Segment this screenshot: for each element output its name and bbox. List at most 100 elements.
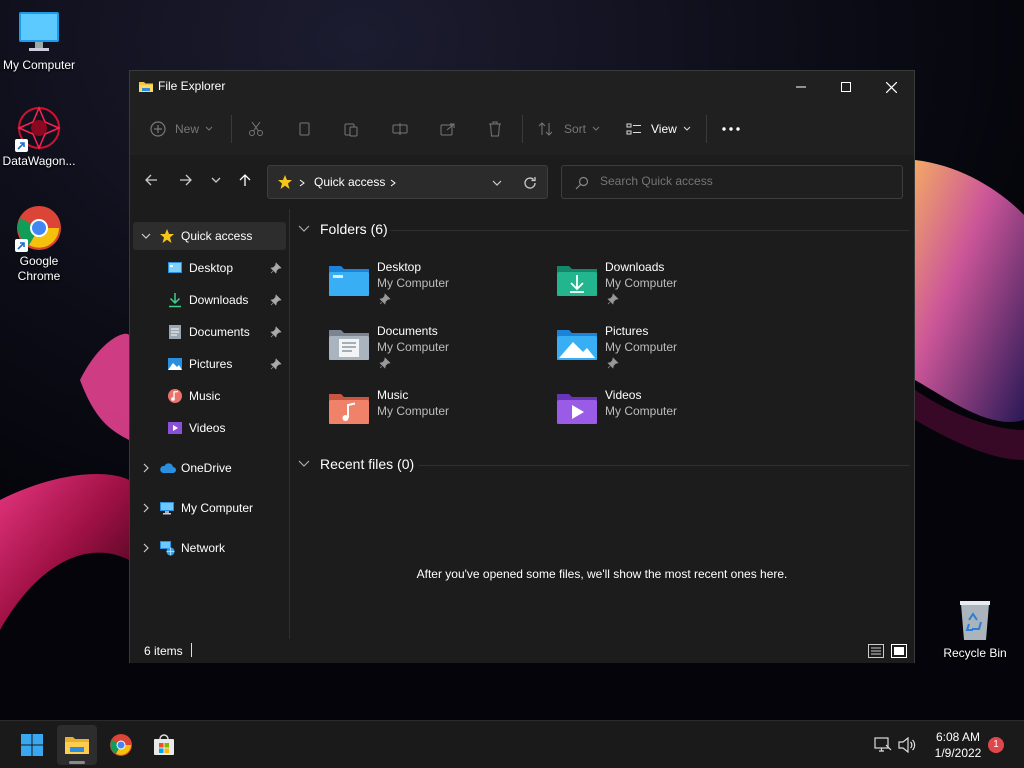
folder-tile-videos[interactable]: Videos My Computer	[555, 388, 755, 444]
arrow-up-icon	[239, 174, 251, 186]
chevron-right-icon[interactable]	[141, 463, 151, 473]
recent-locations-button[interactable]	[205, 169, 227, 191]
pin-icon	[270, 294, 282, 306]
taskbar-microsoft-store[interactable]	[144, 725, 184, 765]
refresh-icon[interactable]	[523, 176, 537, 190]
divider	[418, 465, 910, 466]
see-more-button[interactable]	[722, 117, 740, 141]
chevron-down-icon	[298, 225, 310, 232]
nav-item-quick-access[interactable]: Quick access	[133, 222, 286, 250]
divider	[390, 230, 910, 231]
nav-item-documents[interactable]: Documents	[133, 318, 286, 346]
network-icon	[160, 541, 175, 556]
chrome-icon	[110, 734, 132, 756]
share-icon	[440, 123, 455, 136]
plus-circle-icon	[150, 121, 166, 137]
folder-tile-pictures[interactable]: Pictures My Computer	[555, 324, 755, 380]
copy-icon	[299, 122, 310, 136]
navigation-pane: Quick access Desktop Downloads Documents…	[130, 219, 290, 639]
nav-item-downloads[interactable]: Downloads	[133, 286, 286, 314]
star-icon	[160, 229, 174, 243]
network-status-icon[interactable]	[874, 737, 892, 753]
forward-button[interactable]	[175, 169, 197, 191]
nav-item-onedrive[interactable]: OneDrive	[133, 454, 286, 482]
cut-button[interactable]	[248, 117, 264, 141]
up-button[interactable]	[234, 169, 256, 191]
new-label: New	[175, 122, 200, 136]
system-clock[interactable]: 6:08 AM 1/9/2022	[926, 729, 990, 761]
minimize-button[interactable]	[778, 71, 824, 103]
desktop-icon-my-computer[interactable]: My Computer	[0, 8, 78, 73]
folders-group-title: Folders (6)	[320, 221, 388, 237]
back-button[interactable]	[140, 169, 162, 191]
folder-icon	[138, 79, 154, 98]
address-bar[interactable]: Quick access	[267, 165, 548, 199]
view-list-icon	[626, 123, 641, 135]
folders-group-header[interactable]: Folders (6)	[298, 221, 388, 237]
nav-item-pictures[interactable]: Pictures	[133, 350, 286, 378]
chevron-right-icon[interactable]	[390, 179, 396, 187]
maximize-button[interactable]	[823, 71, 869, 103]
address-bar-row: Quick access	[130, 155, 914, 205]
chevron-down-icon[interactable]	[141, 231, 151, 241]
start-button[interactable]	[12, 725, 52, 765]
nav-item-music[interactable]: Music	[133, 382, 286, 410]
breadcrumb-quick-access[interactable]: Quick access	[314, 175, 385, 189]
nav-item-my-computer[interactable]: My Computer	[133, 494, 286, 522]
nav-item-videos[interactable]: Videos	[133, 414, 286, 442]
pin-icon	[607, 357, 619, 369]
close-button[interactable]	[868, 71, 914, 103]
documents-folder-icon	[329, 330, 369, 360]
desktop-icon-datawagon[interactable]: DataWagon...	[0, 104, 78, 169]
new-button[interactable]: New	[150, 117, 213, 141]
delete-button[interactable]	[487, 117, 503, 141]
search-input[interactable]	[600, 174, 890, 188]
chevron-right-icon[interactable]	[141, 503, 151, 513]
volume-icon[interactable]	[898, 737, 916, 753]
scissors-icon	[249, 121, 263, 136]
active-indicator	[69, 761, 85, 764]
file-explorer-window: File Explorer New Sort View Quick access…	[129, 70, 915, 663]
pin-icon	[607, 293, 619, 305]
taskbar-file-explorer[interactable]	[57, 725, 97, 765]
share-button[interactable]	[440, 117, 456, 141]
window-title: File Explorer	[158, 79, 226, 93]
folder-tile-music[interactable]: Music My Computer	[327, 388, 527, 444]
desktop-icon-label: DataWagon...	[2, 154, 76, 168]
nav-item-desktop[interactable]: Desktop	[133, 254, 286, 282]
recent-files-group-header[interactable]: Recent files (0)	[298, 456, 414, 472]
desktop-icon-recycle-bin[interactable]: Recycle Bin	[936, 596, 1014, 661]
folder-name: Downloads	[605, 260, 665, 274]
copy-button[interactable]	[296, 117, 312, 141]
sort-button[interactable]: Sort	[538, 117, 600, 141]
folder-location: My Computer	[605, 276, 678, 290]
title-bar[interactable]: File Explorer	[130, 71, 914, 103]
nav-label: Pictures	[189, 357, 233, 371]
desktop-folder-icon	[329, 266, 369, 296]
taskbar-google-chrome[interactable]	[101, 725, 141, 765]
folder-icon	[65, 737, 89, 754]
rename-button[interactable]	[392, 117, 408, 141]
chevron-right-icon[interactable]	[141, 543, 151, 553]
details-view-icon[interactable]	[868, 644, 884, 658]
downloads-folder-icon	[557, 266, 597, 296]
folder-name: Desktop	[377, 260, 422, 274]
search-box[interactable]	[561, 165, 903, 199]
folder-tile-downloads[interactable]: Downloads My Computer	[555, 260, 755, 316]
desktop-icon-google-chrome[interactable]: Google Chrome	[0, 204, 78, 284]
divider	[231, 115, 232, 143]
folder-tile-documents[interactable]: Documents My Computer	[327, 324, 527, 380]
folder-tile-desktop[interactable]: Desktop My Computer	[327, 260, 527, 316]
large-icons-view-icon[interactable]	[891, 644, 907, 658]
notification-badge[interactable]: 1	[988, 737, 1004, 753]
nav-item-network[interactable]: Network	[133, 534, 286, 562]
cloud-icon	[160, 463, 176, 473]
paste-button[interactable]	[343, 117, 359, 141]
pictures-icon	[168, 358, 182, 370]
chevron-down-icon	[592, 126, 600, 131]
view-button[interactable]: View	[626, 117, 691, 141]
arrow-right-icon	[180, 174, 192, 186]
download-icon	[169, 293, 181, 308]
desktop-icon-label: Recycle Bin	[943, 646, 1007, 660]
address-history-dropdown-icon[interactable]	[492, 179, 502, 187]
